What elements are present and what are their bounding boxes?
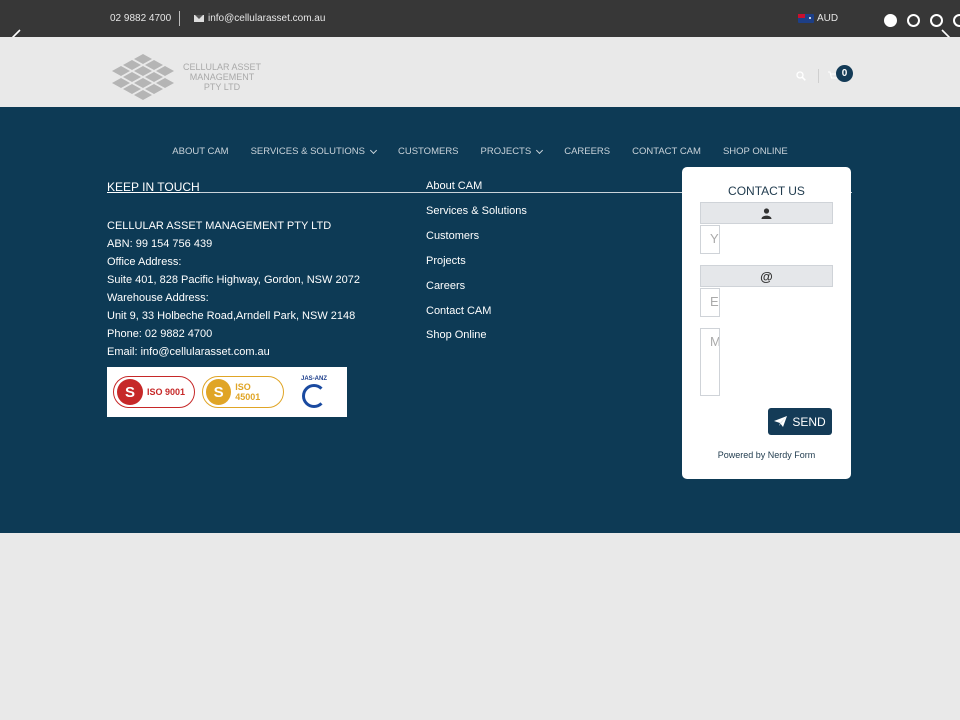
company-details: CELLULAR ASSET MANAGEMENT PTY LTD ABN: 9…	[107, 217, 360, 361]
warehouse-address: Unit 9, 33 Holbeche Road,Arndell Park, N…	[107, 310, 356, 322]
iso-9001-badge: S ISO 9001	[113, 376, 195, 408]
nav-label[interactable]: SHOP ONLINE	[723, 146, 788, 157]
cart-count-badge[interactable]: 0	[836, 65, 853, 82]
sustainable-logo-icon: S	[117, 379, 143, 405]
footer-links: About CAM Services & Solutions Customers…	[426, 179, 527, 344]
slider-dot-4[interactable]	[953, 14, 960, 27]
send-button[interactable]: SEND	[768, 408, 832, 435]
slider-dot-2[interactable]	[907, 14, 920, 27]
main-section: ABOUT CAM SERVICES & SOLUTIONS CUSTOMERS…	[0, 107, 960, 533]
australia-flag-icon	[798, 14, 814, 23]
footer-link-services-solutions[interactable]: Services & Solutions	[426, 204, 527, 219]
search-icon[interactable]	[796, 71, 806, 81]
main-nav: ABOUT CAM SERVICES & SOLUTIONS CUSTOMERS…	[0, 146, 960, 157]
iso-45001-label: ISO 45001	[235, 382, 261, 402]
logo-text-line3: PTY LTD	[203, 82, 241, 92]
company-email[interactable]: Email: info@cellularasset.com.au	[107, 343, 360, 361]
nav-label[interactable]: CAREERS	[564, 146, 610, 157]
chevron-down-icon	[369, 146, 378, 154]
office-address: Suite 401, 828 Pacific Highway, Gordon, …	[107, 274, 360, 286]
message-textarea[interactable]: M	[700, 328, 720, 396]
nav-item-contact-cam[interactable]: CONTACT CAM	[621, 146, 712, 157]
contact-form-card: CONTACT US Y @ E M SEND Powered by Nerdy…	[682, 167, 851, 479]
company-name: CELLULAR ASSET MANAGEMENT PTY LTD	[107, 220, 332, 232]
sustainable-logo-icon: S	[206, 379, 232, 405]
logo-mark-icon	[112, 54, 174, 100]
footer-link-shop-online[interactable]: Shop Online	[426, 328, 527, 343]
chevron-down-icon	[536, 146, 544, 154]
topbar-email[interactable]: info@cellularasset.com.au	[194, 13, 325, 24]
nav-item-projects[interactable]: PROJECTS	[470, 146, 554, 157]
envelope-icon	[194, 15, 204, 22]
paper-plane-icon	[774, 416, 788, 427]
logo-text: CELLULAR ASSET MANAGEMENT PTY LTD	[182, 62, 262, 92]
currency-label[interactable]: AUD	[817, 13, 838, 24]
footer-link-projects[interactable]: Projects	[426, 254, 527, 269]
nav-item-customers[interactable]: CUSTOMERS	[387, 146, 470, 157]
nav-label[interactable]: PROJECTS	[481, 146, 532, 157]
nav-label[interactable]: ABOUT CAM	[172, 146, 228, 157]
topbar-email-text[interactable]: info@cellularasset.com.au	[208, 13, 325, 24]
keep-in-touch-heading: KEEP IN TOUCH	[107, 180, 200, 194]
footer-link-contact-cam[interactable]: Contact CAM	[426, 304, 527, 319]
contact-form-title: CONTACT US	[728, 184, 805, 198]
footer-link-about-cam[interactable]: About CAM	[426, 179, 527, 194]
site-header: CELLULAR ASSET MANAGEMENT PTY LTD 0	[0, 37, 960, 107]
jas-anz-label: JAS-ANZ	[300, 376, 327, 382]
certification-badges: S ISO 9001 S ISO 45001 JAS-ANZ	[107, 367, 347, 417]
nav-item-services-solutions[interactable]: SERVICES & SOLUTIONS	[240, 146, 387, 157]
user-icon	[761, 207, 772, 219]
topbar-divider	[179, 11, 180, 26]
name-field-addon	[700, 202, 833, 224]
header-separator	[818, 69, 819, 83]
email-field-addon: @	[700, 265, 833, 287]
nav-item-careers[interactable]: CAREERS	[553, 146, 621, 157]
jas-anz-badge: JAS-ANZ	[291, 372, 337, 412]
topbar-phone[interactable]: 02 9882 4700	[110, 13, 171, 24]
footer-link-customers[interactable]: Customers	[426, 229, 527, 244]
nav-label[interactable]: SERVICES & SOLUTIONS	[251, 146, 365, 157]
nav-item-about-cam[interactable]: ABOUT CAM	[161, 146, 239, 157]
jas-anz-logo-icon	[302, 384, 326, 408]
top-bar: 02 9882 4700 info@cellularasset.com.au A…	[0, 0, 960, 37]
logo-text-line1: CELLULAR ASSET	[182, 62, 262, 72]
powered-by-text[interactable]: Powered by Nerdy Form	[682, 450, 851, 460]
currency-selector[interactable]: AUD	[798, 13, 838, 24]
email-input[interactable]: E	[700, 288, 720, 317]
iso-9001-label: ISO 9001	[147, 387, 186, 397]
office-address-label: Office Address:	[107, 256, 182, 268]
nav-label[interactable]: CONTACT CAM	[632, 146, 701, 157]
company-logo[interactable]: CELLULAR ASSET MANAGEMENT PTY LTD	[108, 52, 262, 102]
slider-dot-3[interactable]	[930, 14, 943, 27]
slider-dot-1[interactable]	[884, 14, 897, 27]
nav-item-shop-online[interactable]: SHOP ONLINE	[712, 146, 799, 157]
company-phone[interactable]: Phone: 02 9882 4700	[107, 325, 360, 343]
company-abn: ABN: 99 154 756 439	[107, 238, 213, 250]
iso-45001-badge: S ISO 45001	[202, 376, 284, 408]
footer-link-careers[interactable]: Careers	[426, 279, 527, 294]
send-button-label[interactable]: SEND	[792, 415, 825, 429]
name-input[interactable]: Y	[700, 225, 720, 254]
slider-dots	[884, 14, 960, 27]
nav-label[interactable]: CUSTOMERS	[398, 146, 459, 157]
logo-text-line2: MANAGEMENT	[189, 72, 255, 82]
warehouse-address-label: Warehouse Address:	[107, 292, 209, 304]
